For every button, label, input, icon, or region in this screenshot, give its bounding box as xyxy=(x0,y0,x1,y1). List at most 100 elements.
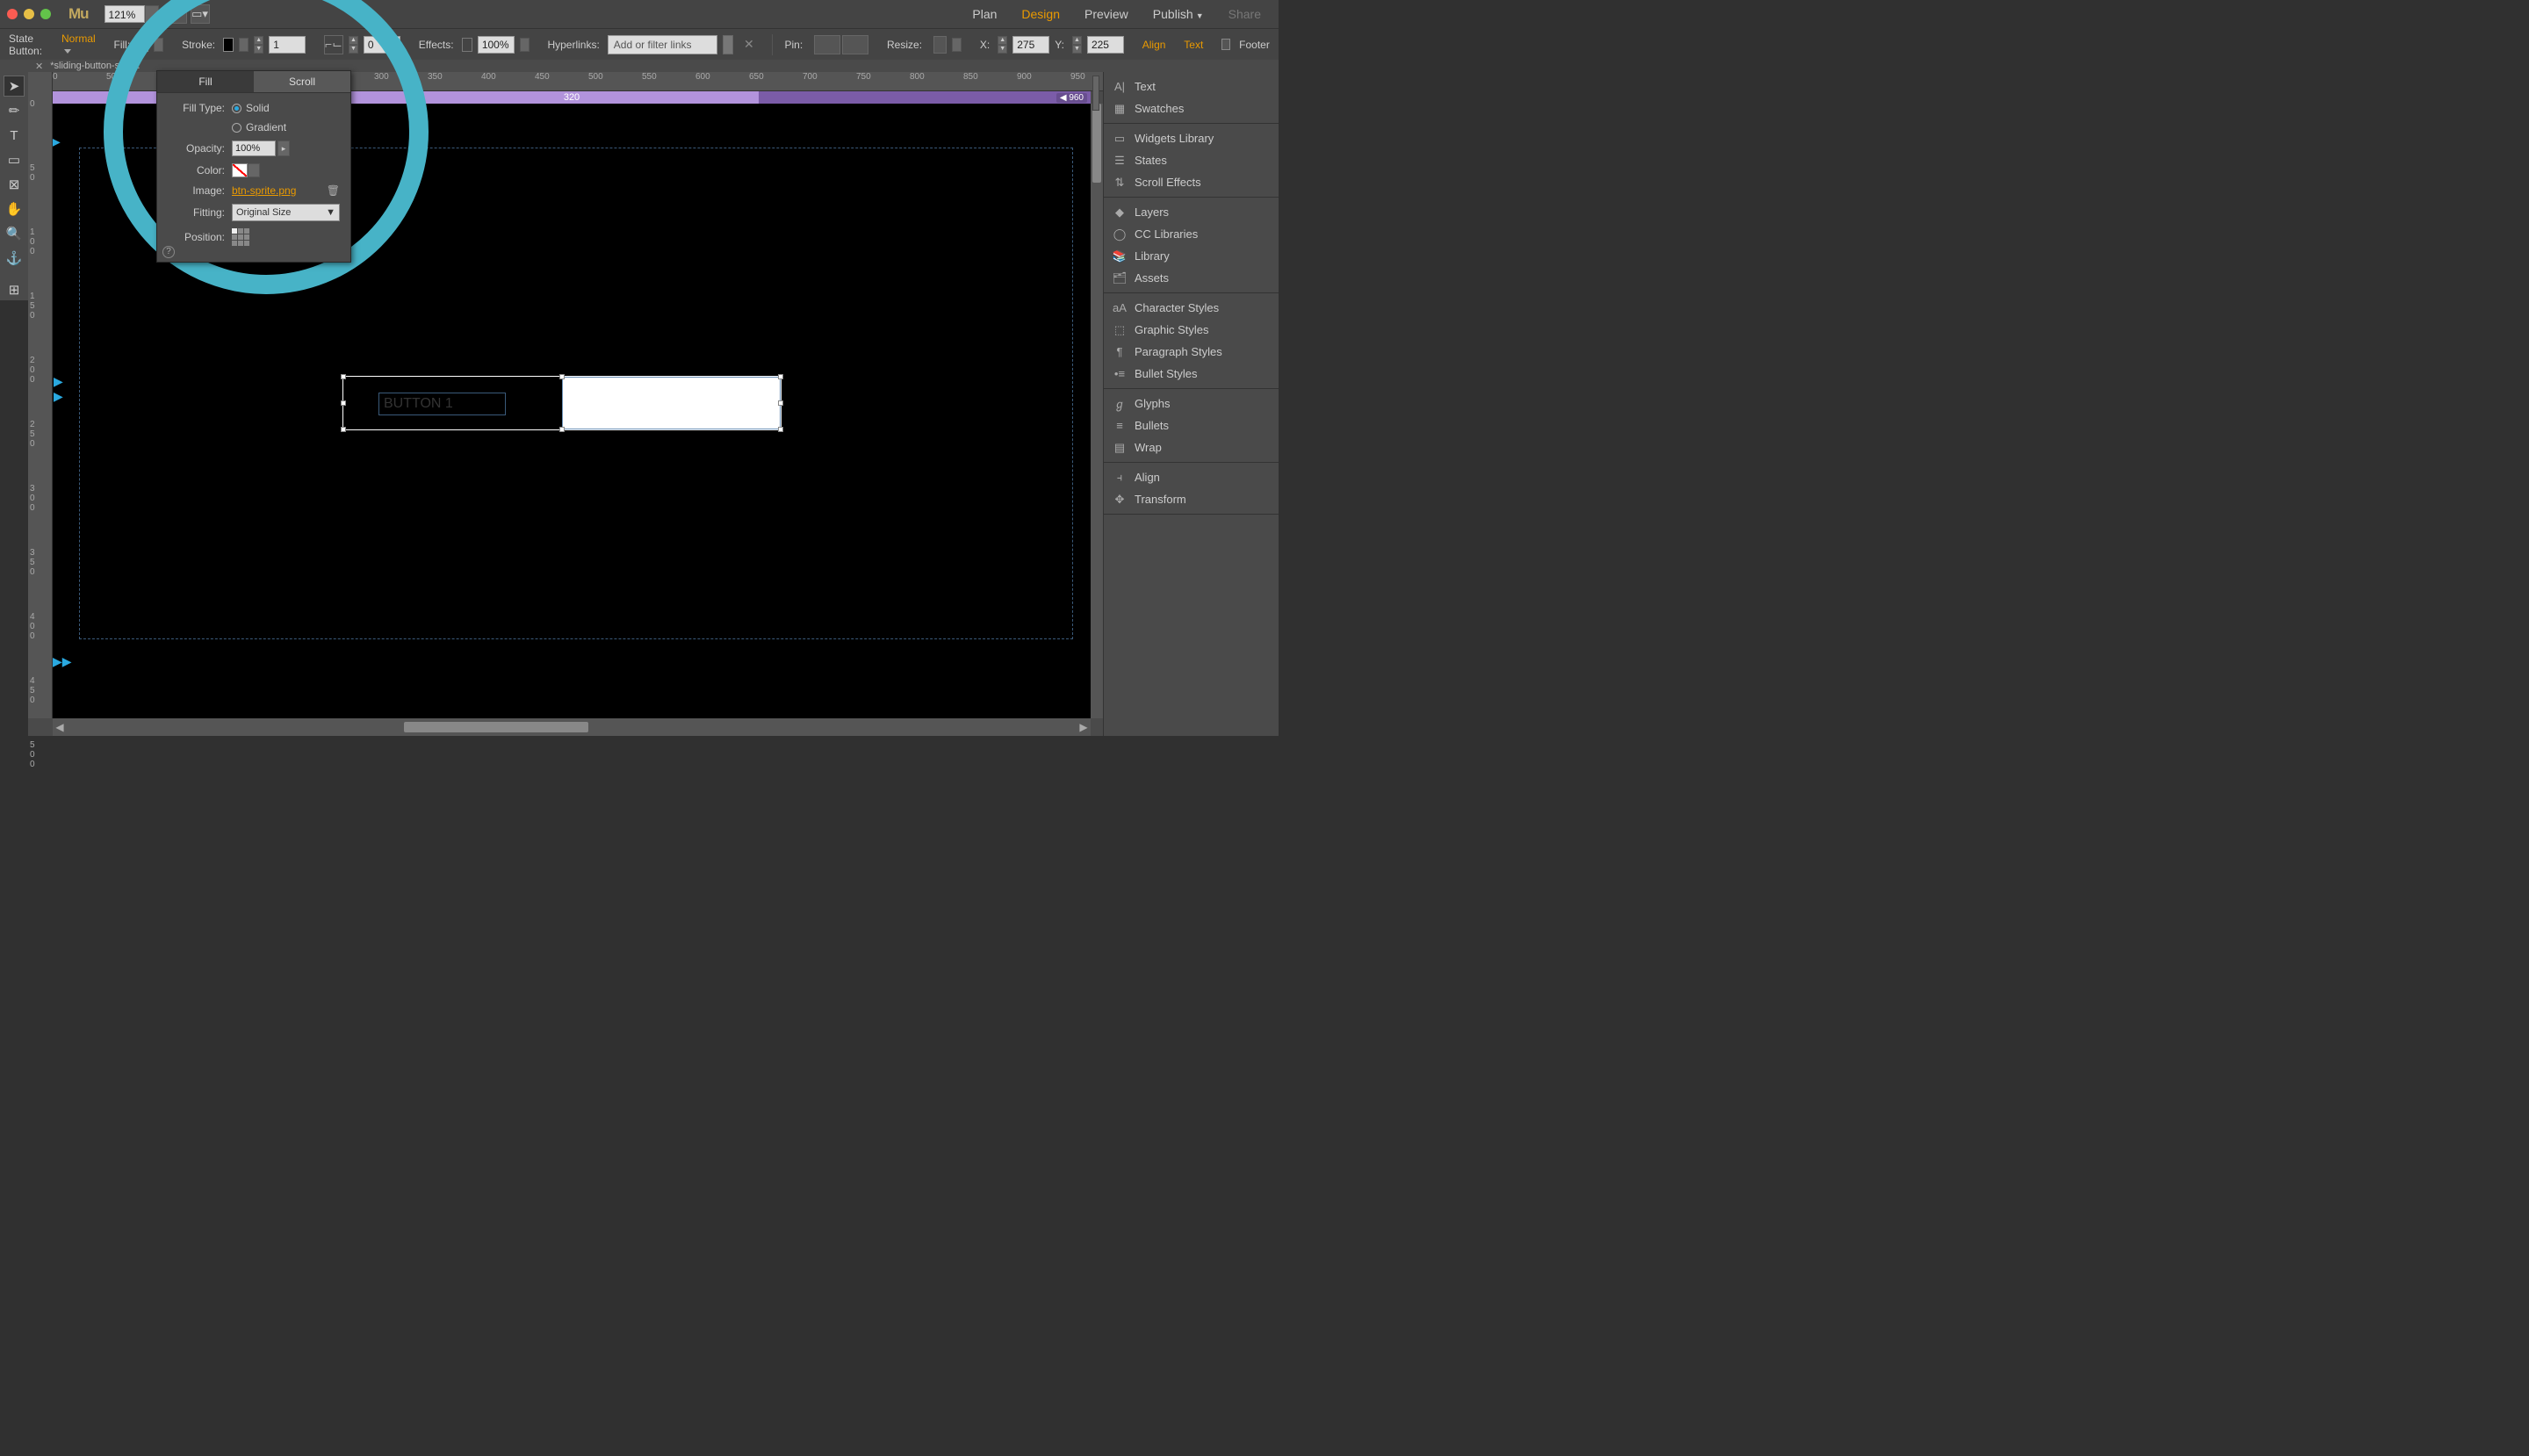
hyperlinks-field[interactable]: Add or filter links xyxy=(608,35,717,54)
hyperlinks-clear[interactable]: ✕ xyxy=(744,37,754,52)
pin-controls[interactable] xyxy=(814,35,868,54)
panel-item-swatches[interactable]: ▦Swatches xyxy=(1104,97,1279,119)
selected-element[interactable]: BUTTON 1 xyxy=(342,376,782,430)
panel-item-paragraph-styles[interactable]: ¶Paragraph Styles xyxy=(1104,341,1279,363)
undo-icon[interactable]: ↶ xyxy=(168,4,187,24)
effects-dropdown[interactable] xyxy=(520,38,530,52)
guide-marker-icon[interactable]: ▶▶ xyxy=(54,374,63,404)
resize-handle[interactable] xyxy=(778,400,783,406)
resize-handle[interactable] xyxy=(341,427,346,432)
scrollbar-thumb[interactable] xyxy=(404,722,588,732)
zoom-field[interactable]: 121% xyxy=(104,5,145,23)
panel-item-bullet-styles[interactable]: •≡Bullet Styles xyxy=(1104,363,1279,385)
stroke-dropdown[interactable] xyxy=(239,38,249,52)
maximize-window[interactable] xyxy=(40,9,51,19)
panel-item-glyphs[interactable]: ℊGlyphs xyxy=(1104,393,1279,414)
tab-close-icon[interactable]: ✕ xyxy=(35,61,43,72)
color-dropdown[interactable] xyxy=(248,163,260,177)
scroll-right-icon[interactable]: ▶ xyxy=(1077,721,1091,733)
selection-tool[interactable]: ➤ xyxy=(4,76,25,97)
horizontal-scrollbar[interactable]: ◀ ▶ xyxy=(53,718,1091,736)
hand-tool[interactable]: ✋ xyxy=(4,198,25,220)
text-tool[interactable]: T xyxy=(4,125,25,146)
resize-handle[interactable] xyxy=(778,427,783,432)
transform-tool[interactable]: ⊞ xyxy=(4,279,25,300)
stroke-swatch[interactable] xyxy=(223,38,234,52)
crop-tool[interactable]: ✏ xyxy=(4,100,25,121)
opacity-field[interactable] xyxy=(232,141,276,156)
effects-opacity-field[interactable] xyxy=(478,36,515,54)
resize-handle[interactable] xyxy=(778,374,783,379)
x-field[interactable] xyxy=(1012,36,1049,54)
frame-tool[interactable]: ⊠ xyxy=(4,174,25,195)
panel-item-widgets-library[interactable]: ▭Widgets Library xyxy=(1104,127,1279,149)
panel-item-layers[interactable]: ◆Layers xyxy=(1104,201,1279,223)
fill-dropdown[interactable] xyxy=(154,38,163,52)
radio-gradient[interactable] xyxy=(232,123,241,133)
resize-handle[interactable] xyxy=(341,374,346,379)
panel-collapse-handle[interactable] xyxy=(1092,76,1099,111)
corner-stepper[interactable]: ▲▼ xyxy=(349,36,358,54)
resize-control[interactable] xyxy=(933,36,947,54)
resize-handle[interactable] xyxy=(341,400,346,406)
resize-handle[interactable] xyxy=(559,374,565,379)
fitting-dropdown[interactable]: Original Size▼ xyxy=(232,204,340,221)
panel-item-text[interactable]: A|Text xyxy=(1104,76,1279,97)
zoom-dropdown[interactable] xyxy=(145,5,159,23)
help-icon[interactable]: ? xyxy=(162,246,175,258)
hyperlinks-dropdown[interactable] xyxy=(723,35,733,54)
tab-name[interactable]: *sliding-button-star… xyxy=(50,61,140,71)
y-stepper[interactable]: ▲▼ xyxy=(1072,36,1082,54)
vertical-scrollbar[interactable] xyxy=(1091,104,1103,718)
corner-icon[interactable]: ⌐⌙ xyxy=(324,35,343,54)
corner-radius-field[interactable] xyxy=(364,36,400,54)
panel-item-bullets[interactable]: ≡Bullets xyxy=(1104,414,1279,436)
image-link[interactable]: btn-sprite.png xyxy=(232,184,296,197)
radio-solid[interactable] xyxy=(232,104,241,113)
tab-fill[interactable]: Fill xyxy=(157,71,254,92)
zoom-tool[interactable]: 🔍 xyxy=(4,223,25,244)
minimize-window[interactable] xyxy=(24,9,34,19)
mode-preview[interactable]: Preview xyxy=(1084,7,1128,21)
panel-item-align[interactable]: ⫞Align xyxy=(1104,466,1279,488)
close-window[interactable] xyxy=(7,9,18,19)
panel-item-wrap[interactable]: ▤Wrap xyxy=(1104,436,1279,458)
vertical-ruler[interactable]: 050100150200250300350400450500 xyxy=(28,91,53,718)
panel-item-library[interactable]: 📚Library xyxy=(1104,245,1279,267)
trash-icon[interactable]: 🗑 xyxy=(327,184,340,197)
stroke-stepper[interactable]: ▲▼ xyxy=(254,36,263,54)
panel-item-scroll-effects[interactable]: ⇅Scroll Effects xyxy=(1104,171,1279,193)
resize-handle[interactable] xyxy=(559,427,565,432)
mode-design[interactable]: Design xyxy=(1021,7,1060,21)
mode-share[interactable]: Share xyxy=(1228,7,1261,21)
resize-dropdown[interactable] xyxy=(952,38,962,52)
x-stepper[interactable]: ▲▼ xyxy=(998,36,1007,54)
state-button-value[interactable]: Normal xyxy=(61,32,96,57)
ruler-origin[interactable] xyxy=(28,72,53,91)
fill-swatch[interactable] xyxy=(138,38,148,52)
effects-swatch[interactable] xyxy=(462,38,472,52)
opacity-slider-btn[interactable]: ▸ xyxy=(277,141,290,156)
view-icon[interactable]: ▭▾ xyxy=(191,4,210,24)
footer-checkbox[interactable] xyxy=(1221,39,1230,50)
mode-plan[interactable]: Plan xyxy=(972,7,997,21)
scrollbar-thumb[interactable] xyxy=(1092,104,1101,183)
panel-item-assets[interactable]: 🗂Assets xyxy=(1104,267,1279,289)
stroke-width-field[interactable] xyxy=(269,36,306,54)
panel-item-transform[interactable]: ✥Transform xyxy=(1104,488,1279,510)
panel-item-states[interactable]: ☰States xyxy=(1104,149,1279,171)
scroll-left-icon[interactable]: ◀ xyxy=(53,721,67,733)
panel-item-character-styles[interactable]: aACharacter Styles xyxy=(1104,297,1279,319)
mode-publish[interactable]: Publish▼ xyxy=(1153,7,1204,21)
y-field[interactable] xyxy=(1087,36,1124,54)
button-text[interactable]: BUTTON 1 xyxy=(378,393,506,415)
panel-item-cc-libraries[interactable]: ◯CC Libraries xyxy=(1104,223,1279,245)
guide-marker-icon[interactable]: ▶▶ xyxy=(53,654,72,669)
text-link[interactable]: Text xyxy=(1184,39,1203,51)
anchor-tool[interactable]: ⚓ xyxy=(4,248,25,269)
color-swatch-none[interactable] xyxy=(232,163,248,177)
position-grid[interactable] xyxy=(232,228,249,246)
rectangle-tool[interactable]: ▭ xyxy=(4,149,25,170)
tab-scroll[interactable]: Scroll xyxy=(254,71,350,92)
align-link[interactable]: Align xyxy=(1142,39,1166,51)
